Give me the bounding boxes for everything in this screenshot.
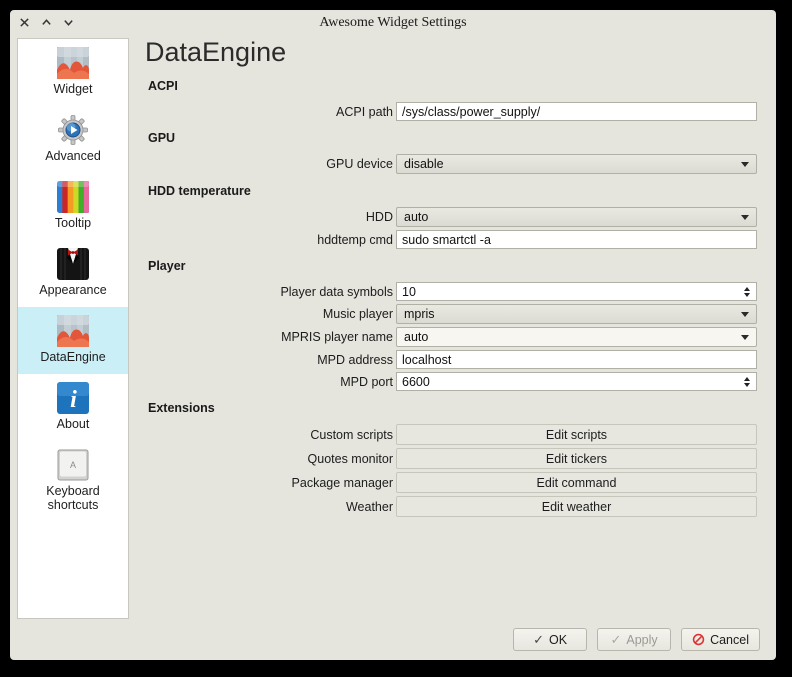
chart-icon <box>57 47 89 79</box>
sidebar-item-label: Advanced <box>45 149 101 163</box>
edit-weather-button[interactable]: Edit weather <box>396 496 757 517</box>
player-data-symbols-input[interactable] <box>397 283 744 300</box>
acpi-path-label: ACPI path <box>135 105 396 119</box>
check-icon: ✓ <box>533 633 544 646</box>
spin-up-icon[interactable] <box>744 377 750 381</box>
sidebar-item-advanced[interactable]: Advanced <box>18 106 128 173</box>
apply-button-label: Apply <box>626 633 657 647</box>
chevron-down-icon <box>741 335 749 340</box>
chevron-down-icon <box>741 312 749 317</box>
mpris-player-name-label: MPRIS player name <box>135 330 396 344</box>
section-heading-acpi: ACPI <box>148 79 761 93</box>
gpu-device-select[interactable]: disable <box>396 154 757 174</box>
section-heading-hdd-temperature: HDD temperature <box>148 184 761 198</box>
form-row: GPU device disable <box>135 154 761 174</box>
keyboard-key-icon <box>57 449 89 481</box>
sidebar-item-tooltip[interactable]: Tooltip <box>18 173 128 240</box>
edit-command-button[interactable]: Edit command <box>396 472 757 493</box>
spin-down-icon[interactable] <box>744 293 750 297</box>
package-manager-label: Package manager <box>135 476 396 490</box>
sidebar-item-label: About <box>57 417 90 431</box>
selected-value: mpris <box>404 307 435 321</box>
form-row: MPD port <box>135 372 761 391</box>
edit-scripts-button[interactable]: Edit scripts <box>396 424 757 445</box>
sidebar-item-label: Widget <box>54 82 93 96</box>
hdd-label: HDD <box>135 210 396 224</box>
cancel-button-label: Cancel <box>710 633 749 647</box>
tuxedo-icon <box>57 248 89 280</box>
form-row: Player data symbols <box>135 282 761 301</box>
form-row: ACPI path <box>135 102 761 121</box>
section-heading-player: Player <box>148 259 761 273</box>
player-data-symbols-spinner[interactable] <box>396 282 757 301</box>
sidebar: Widget Advanced Tooltip Appearance DataE… <box>17 38 129 619</box>
form-row: Package manager Edit command <box>135 472 761 493</box>
acpi-path-input[interactable] <box>396 102 757 121</box>
chevron-down-icon <box>741 215 749 220</box>
mpris-player-name-select[interactable]: auto <box>396 327 757 347</box>
mpd-address-input[interactable] <box>396 350 757 369</box>
music-player-select[interactable]: mpris <box>396 304 757 324</box>
music-player-label: Music player <box>135 307 396 321</box>
spin-down-icon[interactable] <box>744 383 750 387</box>
mpd-port-spinner[interactable] <box>396 372 757 391</box>
form-row: Quotes monitor Edit tickers <box>135 448 761 469</box>
sidebar-item-appearance[interactable]: Appearance <box>18 240 128 307</box>
settings-window: Awesome Widget Settings Widget Advanced … <box>10 10 776 660</box>
edit-tickers-button[interactable]: Edit tickers <box>396 448 757 469</box>
ok-button[interactable]: ✓ OK <box>513 628 587 651</box>
check-icon: ✓ <box>610 633 621 646</box>
sidebar-item-label: Tooltip <box>55 216 91 230</box>
selected-value: disable <box>404 157 444 171</box>
gpu-device-label: GPU device <box>135 157 396 171</box>
form-row: Music player mpris <box>135 304 761 324</box>
chart-icon <box>57 315 89 347</box>
hddtemp-cmd-input[interactable] <box>396 230 757 249</box>
stripes-icon <box>57 181 89 213</box>
selected-value: auto <box>404 210 428 224</box>
section-heading-gpu: GPU <box>148 131 761 145</box>
form-row: MPD address <box>135 350 761 369</box>
info-icon <box>57 382 89 414</box>
spin-up-icon[interactable] <box>744 287 750 291</box>
mpd-address-label: MPD address <box>135 353 396 367</box>
form-row: hddtemp cmd <box>135 230 761 249</box>
sidebar-item-about[interactable]: About <box>18 374 128 441</box>
player-data-symbols-label: Player data symbols <box>135 285 396 299</box>
chevron-down-icon <box>741 162 749 167</box>
sidebar-item-label: Keyboard shortcuts <box>38 484 108 512</box>
form-row: MPRIS player name auto <box>135 327 761 347</box>
page-title: DataEngine <box>145 36 761 69</box>
quotes-monitor-label: Quotes monitor <box>135 452 396 466</box>
selected-value: auto <box>404 330 428 344</box>
no-entry-icon <box>692 633 705 646</box>
sidebar-item-dataengine[interactable]: DataEngine <box>18 307 128 374</box>
gear-icon <box>57 114 89 146</box>
sidebar-item-label: DataEngine <box>40 350 105 364</box>
form-row: Weather Edit weather <box>135 496 761 517</box>
sidebar-item-label: Appearance <box>39 283 106 297</box>
hddtemp-cmd-label: hddtemp cmd <box>135 233 396 247</box>
dialog-buttons: ✓ OK ✓ Apply Cancel <box>513 628 760 651</box>
mpd-port-input[interactable] <box>397 373 744 390</box>
spinner-arrows <box>744 287 756 297</box>
dataengine-page: DataEngine ACPI ACPI path GPU GPU device… <box>135 10 761 520</box>
ok-button-label: OK <box>549 633 567 647</box>
apply-button[interactable]: ✓ Apply <box>597 628 671 651</box>
hdd-select[interactable]: auto <box>396 207 757 227</box>
form-row: HDD auto <box>135 207 761 227</box>
sidebar-item-keyboard-shortcuts[interactable]: Keyboard shortcuts <box>18 441 128 522</box>
cancel-button[interactable]: Cancel <box>681 628 760 651</box>
spinner-arrows <box>744 377 756 387</box>
mpd-port-label: MPD port <box>135 375 396 389</box>
custom-scripts-label: Custom scripts <box>135 428 396 442</box>
sidebar-item-widget[interactable]: Widget <box>18 39 128 106</box>
weather-label: Weather <box>135 500 396 514</box>
form-row: Custom scripts Edit scripts <box>135 424 761 445</box>
section-heading-extensions: Extensions <box>148 401 761 415</box>
